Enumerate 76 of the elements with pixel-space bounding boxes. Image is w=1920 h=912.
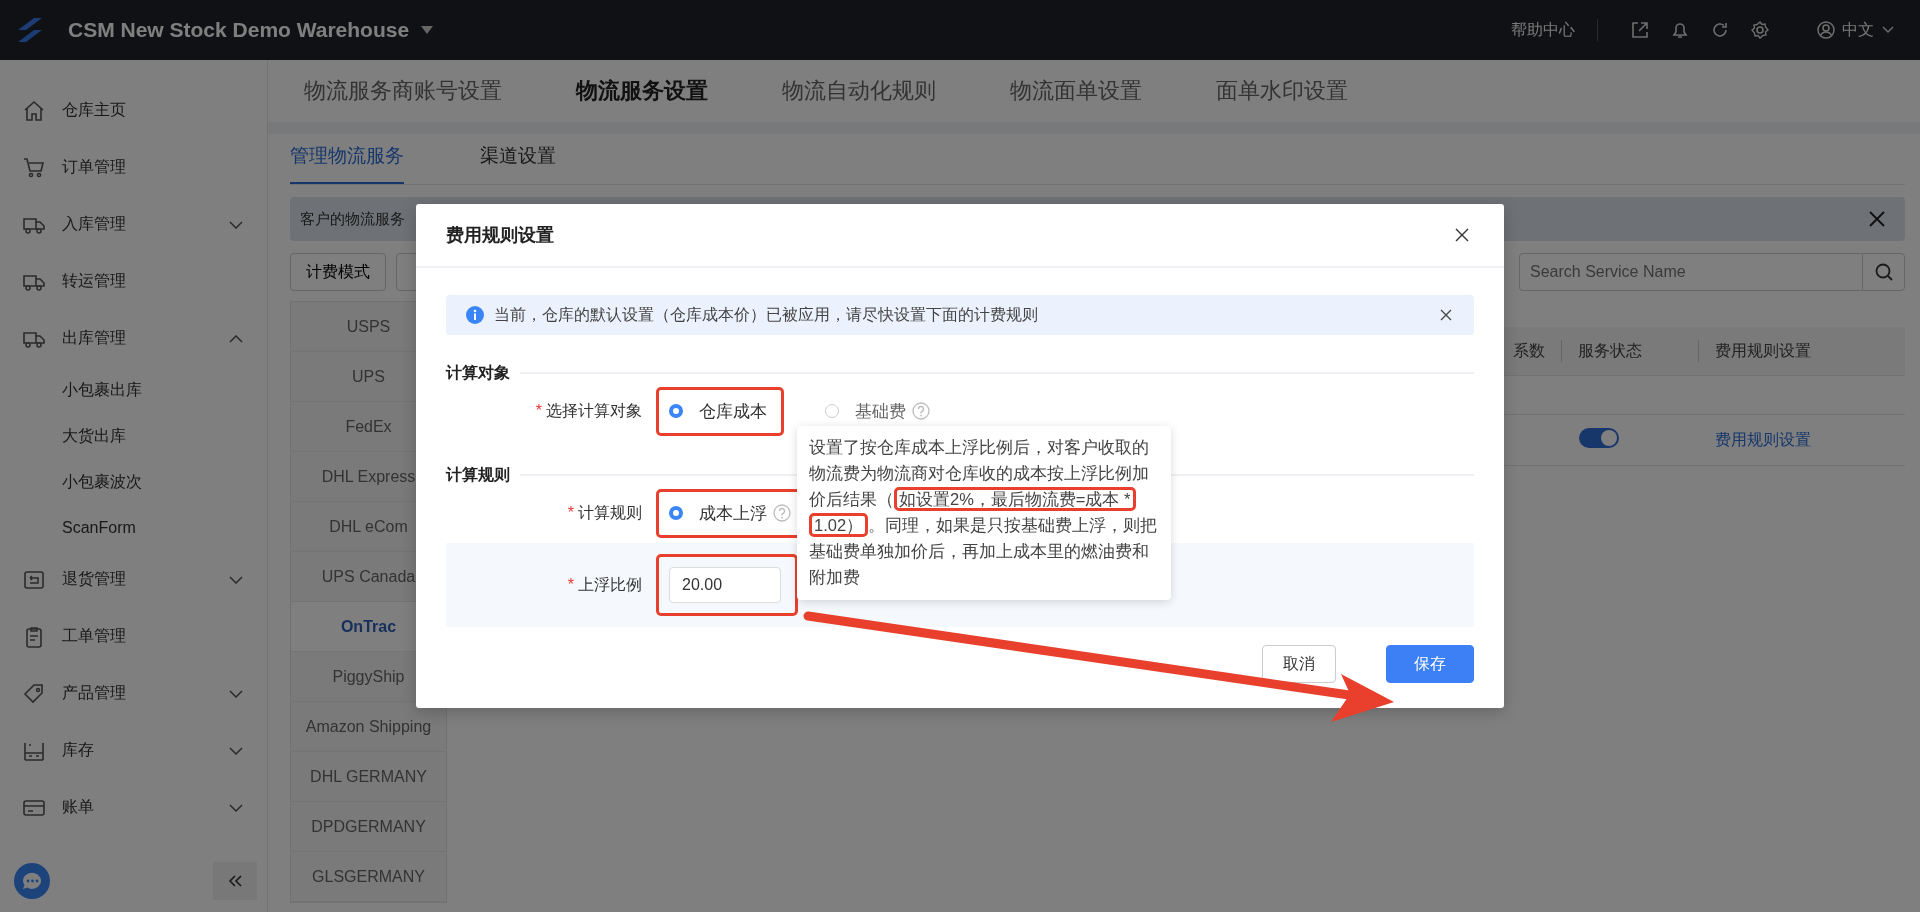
notice-text: 客户的物流服务 [300, 209, 406, 229]
help-center-link[interactable]: 帮助中心 [1511, 19, 1575, 41]
chat-icon[interactable] [14, 863, 50, 899]
home-icon [22, 98, 46, 123]
language-selector[interactable]: 中文 [1842, 19, 1874, 41]
sidebar-item[interactable]: 出库管理 [0, 310, 267, 367]
cart-icon [22, 155, 46, 180]
carrier-item[interactable]: GLSGERMANY [291, 852, 446, 902]
radio-option[interactable]: 成本上浮 [669, 501, 767, 525]
sidebar-item[interactable]: 退货管理 [0, 551, 267, 608]
tab[interactable]: 管理物流服务 [290, 143, 404, 184]
warehouse-title[interactable]: CSM New Stock Demo Warehouse [68, 18, 410, 42]
tab[interactable]: 渠道设置 [480, 143, 556, 184]
search-icon [1873, 262, 1894, 282]
sidebar-item[interactable]: 订单管理 [0, 139, 267, 196]
close-icon[interactable] [1455, 228, 1469, 242]
fee-rule-link[interactable]: 费用规则设置 [1715, 430, 1811, 448]
required-mark: * [567, 503, 574, 521]
info-icon [466, 306, 484, 324]
carrier-item[interactable]: DPDGERMANY [291, 802, 446, 852]
column-header: 费用规则设置 [1698, 340, 1905, 362]
search-button[interactable] [1862, 253, 1905, 291]
field-label: 计算规则 [578, 503, 642, 521]
sidebar-item[interactable]: 仓库主页 [0, 82, 267, 139]
bell-icon[interactable] [1670, 20, 1690, 40]
billing-mode-button[interactable]: 计费模式 [290, 253, 386, 291]
search-field[interactable]: Search Service Name [1519, 253, 1862, 291]
carrier-item[interactable]: Amazon Shipping [291, 702, 446, 752]
alert-text: 当前，仓库的默认设置（仓库成本价）已被应用，请尽快设置下面的计费规则 [494, 304, 1039, 325]
tab[interactable]: 物流服务商账号设置 [304, 76, 502, 106]
chevron-down-icon[interactable] [1882, 26, 1894, 34]
radio-option[interactable]: 仓库成本 [669, 399, 767, 423]
tab[interactable]: 面单水印设置 [1216, 76, 1348, 106]
chevron-down-icon [229, 575, 243, 584]
collapse-button[interactable] [213, 862, 257, 900]
sidebar-subitem[interactable]: 小包裹出库 [0, 367, 267, 413]
sidebar-item[interactable]: 库存 [0, 722, 267, 779]
field-label: 选择计算对象 [546, 401, 642, 419]
section-title: 计算规则 [446, 464, 510, 485]
double-chevron-left-icon [227, 875, 243, 887]
dialog-title: 费用规则设置 [446, 224, 554, 247]
tab[interactable]: 物流自动化规则 [782, 76, 936, 106]
chevron-down-icon [229, 746, 243, 755]
carrier-item[interactable]: DHL GERMANY [291, 752, 446, 802]
sidebar-subitem[interactable]: ScanForm [0, 505, 267, 551]
cancel-button[interactable]: 取消 [1262, 645, 1336, 683]
column-header: 服务状态 [1577, 340, 1643, 361]
close-icon[interactable] [1440, 309, 1452, 321]
chevron-up-icon [229, 334, 243, 343]
required-mark: * [535, 401, 542, 419]
tag-icon [22, 681, 46, 706]
sidebar-item[interactable]: 账单 [0, 779, 267, 836]
tab[interactable]: 物流服务设置 [576, 76, 708, 106]
markup-ratio-input[interactable]: 20.00 [669, 567, 781, 603]
settings-icon[interactable] [1750, 20, 1770, 40]
tab[interactable]: 物流面单设置 [1010, 76, 1142, 106]
chevron-down-icon [229, 803, 243, 812]
sidebar-item[interactable]: 转运管理 [0, 253, 267, 310]
user-icon[interactable] [1816, 20, 1836, 40]
sidebar-subitem[interactable]: 大货出库 [0, 413, 267, 459]
field-label: 上浮比例 [578, 575, 642, 593]
required-mark: * [567, 575, 574, 593]
refresh-icon[interactable] [1710, 20, 1730, 40]
sidebar-item[interactable]: 入库管理 [0, 196, 267, 253]
caret-icon[interactable] [421, 26, 434, 34]
chevron-down-icon [229, 220, 243, 229]
sidebar-subitem[interactable]: 小包裹波次 [0, 459, 267, 505]
chevron-down-icon [229, 689, 243, 698]
tooltip-text: 设置了按仓库成本上浮比例后，对客户收取的物流费为物流商对仓库收的成本按上浮比例加价后结果（ 如设置2%，最后物流费=成本 * 1.02） 。同理，如果是只按基础费上浮，则把基础费单独加价后，再加上成本里的燃油费和附加费 [809, 437, 1159, 588]
toggle-switch[interactable] [1579, 428, 1619, 448]
export-icon[interactable] [1630, 20, 1650, 40]
sidebar-item[interactable]: 工单管理 [0, 608, 267, 665]
sidebar-item[interactable]: 产品管理 [0, 665, 267, 722]
section-title: 计算对象 [446, 362, 510, 383]
save-button[interactable]: 保存 [1386, 645, 1474, 683]
radio-option[interactable]: 基础费 [825, 399, 906, 423]
